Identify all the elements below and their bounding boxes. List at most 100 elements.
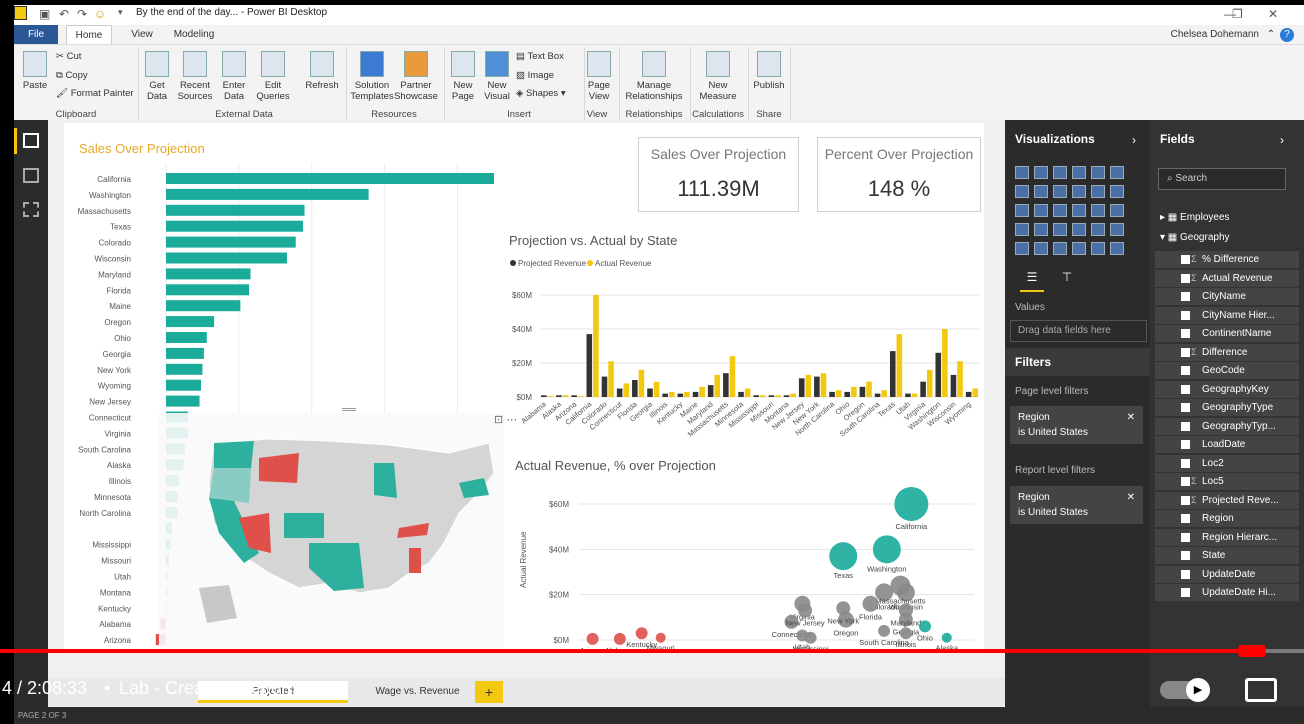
bar[interactable] <box>166 395 200 407</box>
bar[interactable] <box>166 284 250 296</box>
visual-type-icon[interactable] <box>1034 166 1048 179</box>
field-checkbox[interactable] <box>1181 347 1190 357</box>
bar[interactable] <box>166 300 241 312</box>
bar-projected[interactable] <box>844 391 851 397</box>
paste-button[interactable]: Paste <box>20 51 50 91</box>
card-sales-over-projection[interactable]: Sales Over Projection 111.39M <box>638 137 799 212</box>
collapse-visualizations-icon[interactable]: › <box>1132 133 1136 147</box>
drag-handle[interactable] <box>342 408 356 411</box>
collapse-fields-icon[interactable]: › <box>1280 133 1284 147</box>
bar-actual[interactable] <box>805 374 812 397</box>
visual-type-icon[interactable] <box>1015 223 1029 236</box>
bar[interactable] <box>166 316 215 328</box>
bar[interactable] <box>166 204 305 216</box>
tab-file[interactable]: File <box>14 25 58 44</box>
field-item[interactable]: Σ Difference <box>1155 343 1299 361</box>
values-drop-zone[interactable]: Drag data fields here <box>1010 320 1147 342</box>
video-chapter[interactable]: Lab - Creating Reports <box>119 678 301 699</box>
scatter-point[interactable] <box>798 603 813 618</box>
scatter-point[interactable] <box>804 631 817 644</box>
bar-actual[interactable] <box>653 381 660 397</box>
undo-icon[interactable]: ↶ <box>59 7 69 21</box>
bar-actual[interactable] <box>790 393 796 397</box>
scatter-point[interactable] <box>829 542 858 571</box>
field-item[interactable]: Σ % Difference <box>1155 251 1299 268</box>
field-item[interactable]: CityName Hier... <box>1155 306 1299 324</box>
scatter-point[interactable] <box>918 620 931 633</box>
new-page-button[interactable]: New Page <box>448 51 478 102</box>
video-progress-bar[interactable] <box>0 645 1304 657</box>
bar-projected[interactable] <box>950 374 957 397</box>
scatter-point[interactable] <box>899 627 912 640</box>
data-view-icon[interactable] <box>23 168 39 183</box>
projection-vs-actual-chart[interactable]: Projection vs. Actual by State Projected… <box>504 223 984 443</box>
field-item[interactable]: Region Hierarc... <box>1155 528 1299 546</box>
bar[interactable] <box>166 252 287 264</box>
visual-type-icon[interactable] <box>1034 204 1048 217</box>
visual-type-icon[interactable] <box>1110 166 1124 179</box>
scatter-point[interactable] <box>586 632 599 645</box>
bar-actual[interactable] <box>623 383 630 397</box>
field-item[interactable]: CityName <box>1155 288 1299 305</box>
smiley-feedback-icon[interactable]: ☺ <box>94 7 106 21</box>
field-item[interactable]: UpdateDate <box>1155 565 1299 583</box>
bar-actual[interactable] <box>577 396 584 397</box>
bar-actual[interactable] <box>851 386 857 397</box>
bar-actual[interactable] <box>972 388 978 398</box>
bar-projected[interactable] <box>783 395 790 397</box>
report-view-icon[interactable] <box>23 133 39 148</box>
visual-type-icon[interactable] <box>1110 185 1124 198</box>
shapes-button[interactable]: ◈ Shapes ▾ <box>516 88 566 99</box>
bar[interactable] <box>166 268 251 280</box>
bar[interactable] <box>166 236 296 248</box>
visual-type-icon[interactable] <box>1072 204 1086 217</box>
tab-home[interactable]: Home <box>66 25 112 44</box>
field-item[interactable]: State <box>1155 547 1299 564</box>
scatter-point[interactable] <box>890 575 911 596</box>
bar-actual[interactable] <box>593 295 599 397</box>
bar-actual[interactable] <box>744 388 751 398</box>
bar-projected[interactable] <box>920 381 926 397</box>
scatter-point[interactable] <box>862 595 879 612</box>
bar[interactable] <box>166 220 304 232</box>
field-checkbox[interactable] <box>1181 551 1190 560</box>
edit-queries-button[interactable]: Edit Queries <box>254 51 292 102</box>
bar-actual[interactable] <box>820 373 827 397</box>
scatter-point[interactable] <box>898 603 913 618</box>
bar-projected[interactable] <box>662 393 668 397</box>
bar-projected[interactable] <box>541 395 547 397</box>
scatter-point[interactable] <box>872 535 901 564</box>
get-data-button[interactable]: Get Data <box>142 51 172 102</box>
state-colorado[interactable] <box>284 513 324 538</box>
publish-button[interactable]: Publish <box>752 51 786 91</box>
bar-actual[interactable] <box>699 386 705 397</box>
bar-actual[interactable] <box>760 395 766 397</box>
field-item[interactable]: Σ Projected Reve... <box>1155 491 1299 509</box>
visual-type-icon[interactable] <box>1110 204 1124 217</box>
visual-type-icon[interactable] <box>1091 185 1105 198</box>
new-visual-button[interactable]: New Visual <box>482 51 512 102</box>
bar-projected[interactable] <box>965 391 972 397</box>
bar-actual[interactable] <box>896 334 903 397</box>
field-item[interactable]: ContinentName <box>1155 325 1299 342</box>
bar-actual[interactable] <box>942 329 948 397</box>
bar-projected[interactable] <box>753 395 759 397</box>
visual-type-icon[interactable] <box>1015 185 1029 198</box>
copy-button[interactable]: ⧉ Copy <box>56 70 88 81</box>
format-painter-button[interactable]: 🖌 Format Painter <box>56 88 134 99</box>
field-checkbox[interactable] <box>1181 569 1190 579</box>
bar-projected[interactable] <box>707 385 714 397</box>
state-oregon[interactable] <box>209 468 251 503</box>
state-washington[interactable] <box>214 441 254 468</box>
bar-projected[interactable] <box>571 395 577 397</box>
visual-type-icon[interactable] <box>1053 166 1067 179</box>
visual-type-icon[interactable] <box>1053 185 1067 198</box>
visual-type-icon[interactable] <box>1072 242 1086 255</box>
bar-actual[interactable] <box>881 390 887 397</box>
state-alaska[interactable] <box>199 585 237 623</box>
bar[interactable] <box>166 173 494 184</box>
visual-type-icon[interactable] <box>1091 204 1105 217</box>
field-item[interactable]: GeographyKey <box>1155 380 1299 398</box>
field-checkbox[interactable] <box>1181 421 1190 431</box>
page-filter-region[interactable]: Region is United States ✕ <box>1010 406 1143 444</box>
